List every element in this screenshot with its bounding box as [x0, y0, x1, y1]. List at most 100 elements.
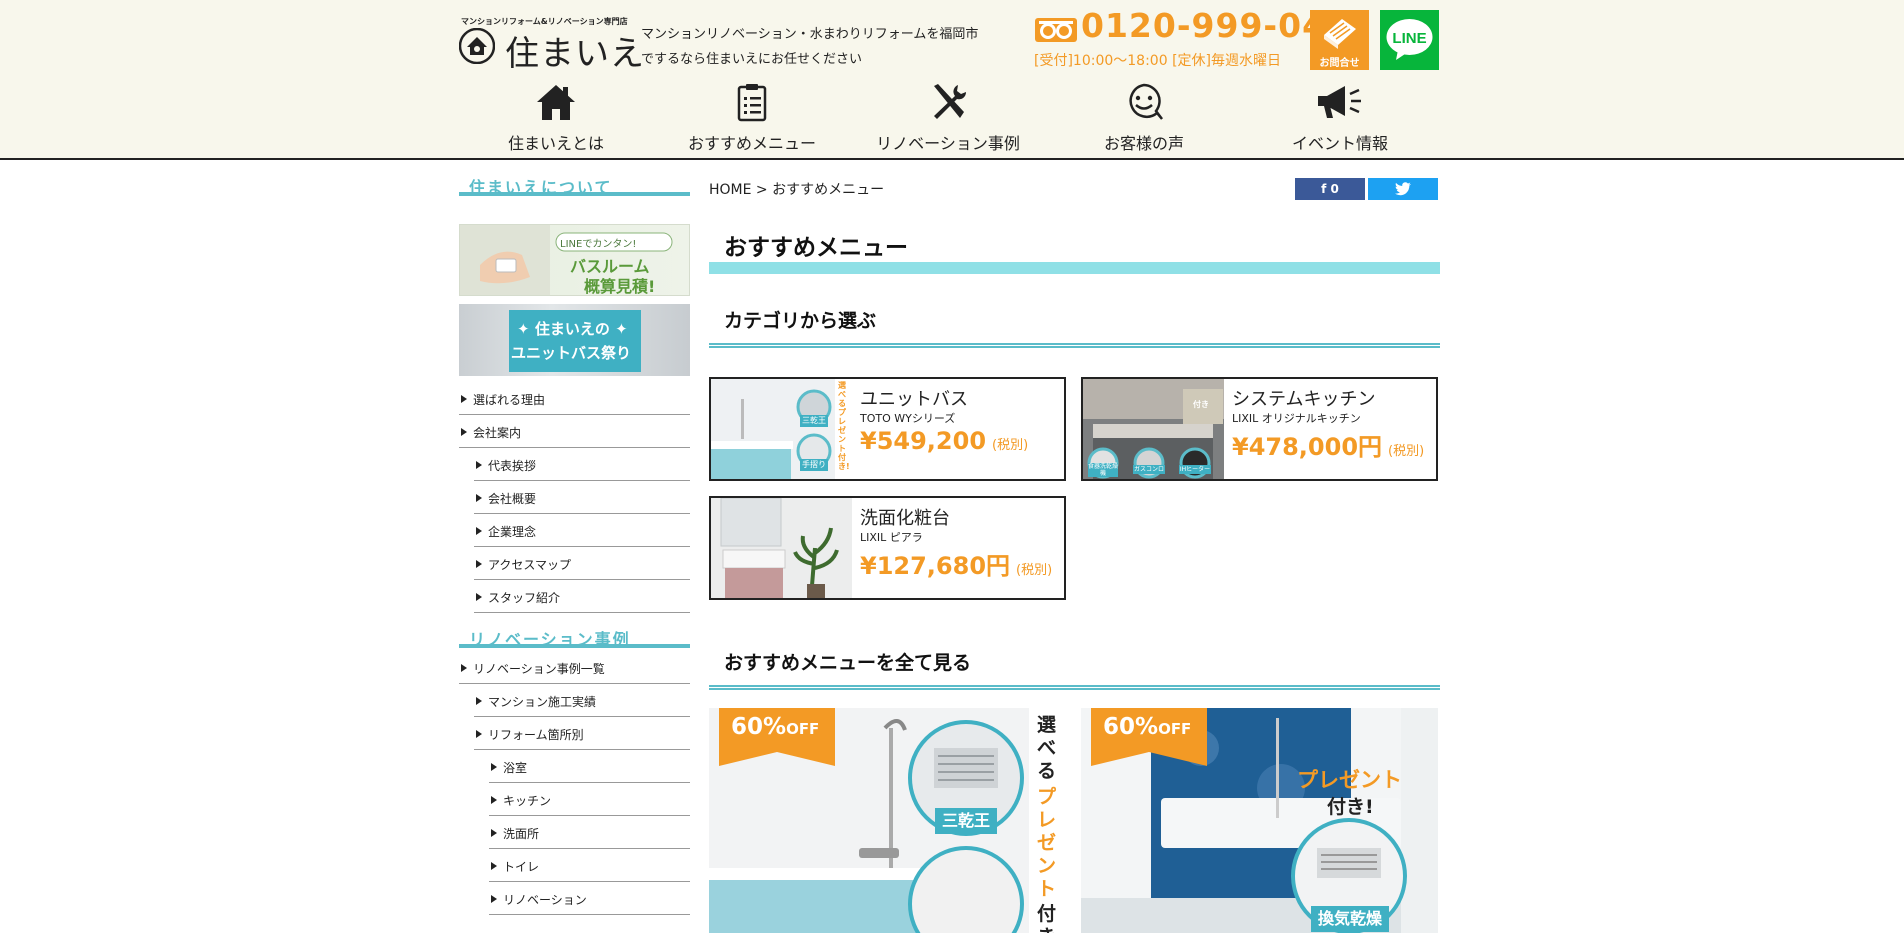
line-button[interactable]: LINE: [1380, 10, 1439, 70]
sidebar-about-list: 選ばれる理由 会社案内代表挨拶会社概要企業理念アクセスマップ スタッフ紹介: [459, 382, 690, 613]
banner1-line1: LINEでカンタン!: [560, 239, 637, 250]
triangle-right-icon: [461, 395, 467, 403]
facebook-share-count: 0: [1330, 182, 1339, 196]
menu-card-unitbath-sale[interactable]: 60%OFF 三乾王 選べる プレゼント 付き: [709, 708, 1066, 933]
contact-button[interactable]: お問合せ: [1310, 10, 1369, 70]
product-series: LIXIL オリジナルキッチン: [1232, 412, 1361, 425]
sidebar-link-label: 会社概要: [488, 492, 537, 506]
tools-icon: [934, 84, 967, 119]
freedial-icon: [1035, 18, 1077, 42]
sidebar-link-label: アクセスマップ: [488, 558, 572, 572]
sidebar-link[interactable]: リノベーション事例一覧: [459, 651, 690, 684]
product-name: ユニットバス: [860, 389, 968, 410]
product-image-unitbath: 選べるプレゼント付き! 三乾王 手摺り: [711, 379, 852, 479]
all-menu-section-title: おすすめメニューを全て見る: [709, 648, 1440, 690]
kitchen-badge-included: 付き: [1193, 400, 1209, 409]
gnav-item-menu[interactable]: おすすめメニュー: [654, 78, 850, 156]
unitbath-festival-banner[interactable]: ✦ 住まいえの ✦ ユニットバス祭り: [459, 304, 690, 376]
sidebar-link[interactable]: 選ばれる理由: [459, 382, 690, 415]
gnav-label: リノベーション事例: [876, 134, 1020, 153]
menu-card-bathroom-sale[interactable]: 60%OFF プレゼント 付き! 換気乾燥: [1081, 708, 1438, 933]
sidebar-link[interactable]: マンション施工実績: [474, 684, 690, 717]
product-name: 洗面化粧台: [860, 508, 950, 529]
product-card-unitbath[interactable]: 選べるプレゼント付き! 三乾王 手摺り ユニットバス TOTO WYシリーズ ¥…: [709, 377, 1066, 481]
twitter-bird-icon: [1395, 182, 1411, 196]
sidebar-link[interactable]: 企業理念: [474, 514, 690, 547]
breadcrumb[interactable]: HOME > おすすめメニュー: [709, 179, 884, 199]
sidebar-link[interactable]: 代表挨拶: [474, 448, 690, 481]
category-section-title: カテゴリから選ぶ: [709, 306, 1440, 348]
gnav-label: イベント情報: [1291, 134, 1388, 153]
line-logo-icon: LINE: [1386, 19, 1433, 60]
triangle-right-icon: [491, 829, 497, 837]
header-description-line2: でするなら住まいえにお任せください: [641, 52, 863, 67]
product-price-value: ¥127,680円: [860, 552, 1011, 580]
banner2-line2: ユニットバス祭り: [511, 344, 632, 362]
sidebar-link[interactable]: 会社案内: [459, 415, 690, 448]
sidebar-link-label: 企業理念: [488, 525, 537, 539]
discount-unit: OFF: [786, 720, 820, 738]
product-card-vanity[interactable]: 洗面化粧台 LIXIL ピアラ ¥127,680円 (税別): [709, 496, 1066, 600]
megaphone-icon: [1318, 86, 1361, 118]
product-price: ¥127,680円 (税別): [860, 546, 1052, 581]
promo-included: 付き!: [1327, 796, 1374, 818]
gnav-item-events[interactable]: イベント情報: [1242, 78, 1438, 156]
triangle-right-icon: [476, 527, 482, 535]
unitbath-badge-present: 選べるプレゼント付き!: [838, 381, 850, 471]
header-description-line1: マンションリノベーション・水まわりリフォームを福岡市: [641, 27, 979, 42]
book-icon: [1323, 19, 1356, 49]
sidebar-link[interactable]: アクセスマップ: [474, 547, 690, 580]
product-image-vanity: [711, 498, 852, 598]
triangle-right-icon: [461, 664, 467, 672]
kitchen-badge-ih: IHヒーター: [1179, 465, 1211, 474]
sidebar-link-label: スタッフ紹介: [488, 591, 561, 605]
facebook-share-button[interactable]: f 0: [1295, 178, 1365, 200]
site-logo[interactable]: マンションリフォーム&リノベーション専門店 住まいえ: [459, 16, 644, 74]
line-estimate-banner[interactable]: LINEでカンタン! バスルーム 概算見積!: [459, 224, 690, 296]
sidebar-link-label: 洗面所: [503, 827, 540, 841]
facebook-icon: f: [1321, 182, 1327, 196]
sidebar-link-label: キッチン: [503, 794, 552, 808]
business-hours: [受付]10:00〜18:00 [定休]毎週水曜日: [1034, 53, 1281, 69]
kitchen-badge-dishwasher: 食器洗乾燥機: [1088, 463, 1119, 477]
product-series: TOTO WYシリーズ: [860, 412, 956, 425]
sparkle-icon: ✦: [615, 320, 628, 338]
banner2-line1: ✦ 住まいえの ✦: [517, 318, 628, 339]
triangle-right-icon: [476, 494, 482, 502]
unitbath-badge-sankanou: 三乾王: [800, 415, 828, 427]
smile-icon: [1129, 83, 1163, 120]
sidebar-link-label: トイレ: [503, 860, 540, 874]
twitter-share-button[interactable]: [1368, 178, 1438, 200]
triangle-right-icon: [476, 697, 482, 705]
house-icon: [537, 85, 575, 120]
triangle-right-icon: [476, 560, 482, 568]
discount-percent: 60%: [731, 714, 787, 740]
site-header: マンションリフォーム&リノベーション専門店 住まいえ マンションリノベーション・…: [0, 0, 1904, 160]
sidebar-case-list: リノベーション事例一覧マンション施工実績リフォーム箇所別 浴室キッチン洗面所トイレ…: [459, 651, 690, 915]
sidebar-link[interactable]: 会社概要: [474, 481, 690, 514]
unitbath-badge-handrail: 手摺り: [800, 459, 828, 471]
sidebar-link[interactable]: スタッフ紹介: [474, 580, 690, 613]
clipboard-icon: [737, 84, 767, 122]
card-badge-sankanou: 三乾王: [935, 808, 997, 834]
line-label: LINE: [1392, 30, 1426, 47]
discount-percent: 60%: [1103, 714, 1159, 740]
sidebar-link[interactable]: 浴室: [489, 750, 690, 783]
sidebar-link[interactable]: キッチン: [489, 783, 690, 816]
gnav-item-voice[interactable]: お客様の声: [1046, 78, 1242, 156]
gnav-label: お客様の声: [1103, 134, 1184, 153]
sidebar-link[interactable]: トイレ: [489, 849, 690, 882]
sidebar-link-label: 会社案内: [473, 426, 522, 440]
promo-present: プレゼント: [1297, 768, 1402, 792]
gnav-item-about[interactable]: 住まいえとは: [458, 78, 654, 156]
sidebar-link[interactable]: リノベーション: [489, 882, 690, 915]
product-price: ¥478,000円 (税別): [1232, 427, 1424, 462]
sidebar-link-label: 選ばれる理由: [473, 393, 546, 407]
product-card-kitchen[interactable]: 食器洗乾燥機 ガスコンロ IHヒーター 付き システムキッチン LIXIL オリ…: [1081, 377, 1438, 481]
triangle-right-icon: [491, 796, 497, 804]
product-price-tax: (税別): [1016, 563, 1053, 578]
gnav-item-cases[interactable]: リノベーション事例: [850, 78, 1046, 156]
sidebar-link[interactable]: リフォーム箇所別: [474, 717, 690, 750]
sidebar-link[interactable]: 洗面所: [489, 816, 690, 849]
sidebar-link-label: マンション施工実績: [488, 695, 597, 709]
